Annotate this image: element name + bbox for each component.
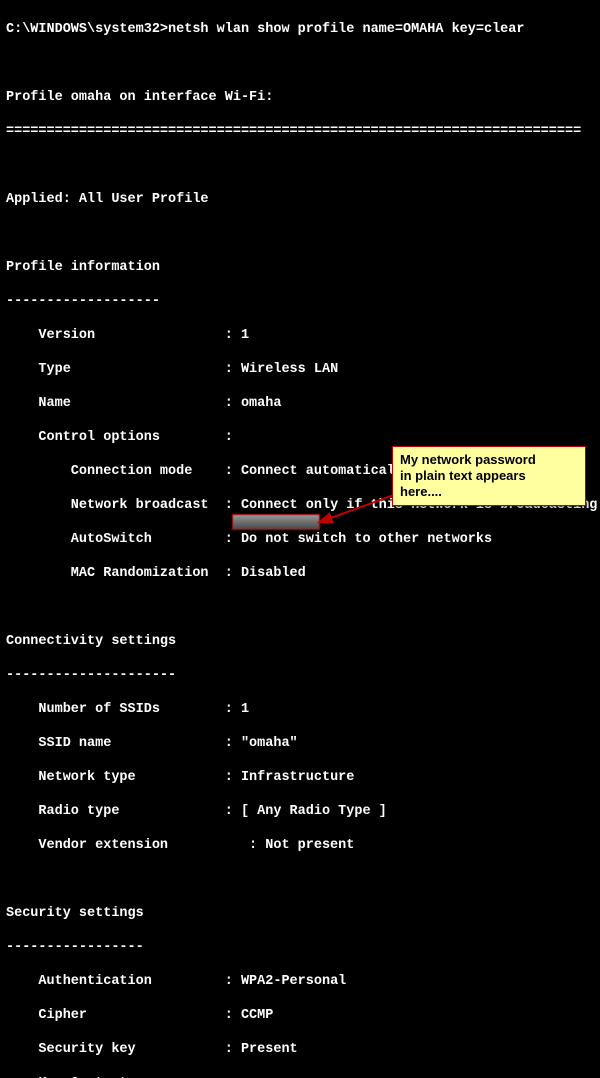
profile-header: Profile omaha on interface Wi-Fi: xyxy=(6,89,594,106)
kv-line: AutoSwitch : Do not switch to other netw… xyxy=(6,531,594,548)
kv-line: Type : Wireless LAN xyxy=(6,361,594,378)
kv-label: AutoSwitch : xyxy=(6,532,241,547)
kv-label: Type : xyxy=(6,362,241,377)
kv-value: Connect automatically xyxy=(241,464,411,479)
kv-line: Vendor extension : Not present xyxy=(6,837,594,854)
applied-line: Applied: All User Profile xyxy=(6,191,594,208)
kv-line: Network type : Infrastructure xyxy=(6,769,594,786)
kv-line: Key Content : xyxy=(6,1075,594,1078)
kv-value: 1 xyxy=(241,702,249,717)
kv-line: SSID name : "omaha" xyxy=(6,735,594,752)
kv-label: Network type : xyxy=(6,770,241,785)
kv-value: Present xyxy=(241,1042,298,1057)
callout-text: My network password xyxy=(400,452,536,467)
blank-line xyxy=(6,599,594,616)
kv-label: Vendor extension : xyxy=(6,838,265,853)
kv-label: Security key : xyxy=(6,1042,241,1057)
kv-label: MAC Randomization : xyxy=(6,566,241,581)
kv-label: Radio type : xyxy=(6,804,241,819)
section-title: Profile information xyxy=(6,259,594,276)
kv-line: Control options : xyxy=(6,429,594,446)
kv-value: CCMP xyxy=(241,1008,273,1023)
kv-value: Infrastructure xyxy=(241,770,354,785)
kv-label: Control options : xyxy=(6,430,233,445)
kv-line: Cipher : CCMP xyxy=(6,1007,594,1024)
kv-label: SSID name : xyxy=(6,736,241,751)
command-line: C:\WINDOWS\system32>netsh wlan show prof… xyxy=(6,21,594,38)
section-dash: ------------------- xyxy=(6,293,594,310)
kv-line: Authentication : WPA2-Personal xyxy=(6,973,594,990)
kv-value: [ Any Radio Type ] xyxy=(241,804,387,819)
kv-value: Wireless LAN xyxy=(241,362,338,377)
section-title: Connectivity settings xyxy=(6,633,594,650)
kv-line: Radio type : [ Any Radio Type ] xyxy=(6,803,594,820)
kv-line: MAC Randomization : Disabled xyxy=(6,565,594,582)
kv-value: "omaha" xyxy=(241,736,298,751)
redacted-password xyxy=(232,514,320,530)
blank-line xyxy=(6,225,594,242)
section-dash: ----------------- xyxy=(6,939,594,956)
kv-line: Version : 1 xyxy=(6,327,594,344)
kv-label: Version : xyxy=(6,328,241,343)
callout-text: in plain text appears xyxy=(400,468,526,483)
kv-label: Network broadcast : xyxy=(6,498,241,513)
prompt-path: C:\WINDOWS\system32> xyxy=(6,22,168,37)
kv-value: Not present xyxy=(265,838,354,853)
kv-label: Connection mode : xyxy=(6,464,241,479)
kv-value: 1 xyxy=(241,328,249,343)
kv-line: Security key : Present xyxy=(6,1041,594,1058)
callout-text: here.... xyxy=(400,484,442,499)
kv-value: Disabled xyxy=(241,566,306,581)
command-text: netsh wlan show profile name=OMAHA key=c… xyxy=(168,22,524,37)
kv-label: Name : xyxy=(6,396,241,411)
kv-line: Number of SSIDs : 1 xyxy=(6,701,594,718)
blank-line xyxy=(6,871,594,888)
section-dash: --------------------- xyxy=(6,667,594,684)
kv-label: Key Content : xyxy=(6,1076,241,1078)
kv-value: omaha xyxy=(241,396,282,411)
kv-label: Number of SSIDs : xyxy=(6,702,241,717)
blank-line xyxy=(6,55,594,72)
kv-value: Do not switch to other networks xyxy=(241,532,492,547)
divider-line: ========================================… xyxy=(6,123,594,140)
blank-line xyxy=(6,157,594,174)
section-title: Security settings xyxy=(6,905,594,922)
terminal-output: C:\WINDOWS\system32>netsh wlan show prof… xyxy=(0,0,600,1078)
annotation-callout: My network password in plain text appear… xyxy=(392,446,586,506)
kv-line: Name : omaha xyxy=(6,395,594,412)
kv-label: Authentication : xyxy=(6,974,241,989)
kv-label: Cipher : xyxy=(6,1008,241,1023)
kv-value: WPA2-Personal xyxy=(241,974,346,989)
